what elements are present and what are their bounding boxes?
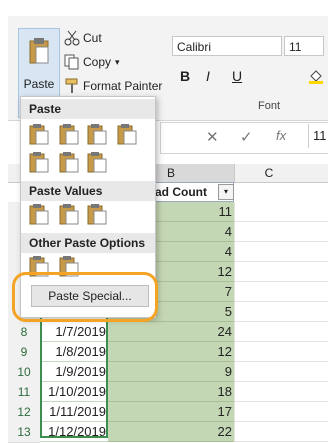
paste-special-button[interactable]: Paste Special... — [31, 285, 149, 307]
empty-cell[interactable] — [234, 422, 328, 442]
bold-button[interactable]: B — [180, 68, 190, 84]
paste-header: Paste — [21, 99, 155, 119]
cut-label: Cut — [83, 31, 102, 45]
chevron-down-icon[interactable]: ▾ — [115, 57, 120, 68]
empty-cell[interactable] — [234, 362, 328, 382]
other-paste-options-header: Other Paste Options — [21, 233, 155, 253]
date-cell[interactable]: 1/11/2019 — [40, 402, 108, 422]
row-header[interactable]: 13 — [8, 422, 40, 443]
paste-menu: Paste Paste Values Other Paste Options P… — [20, 96, 156, 318]
no-borders-icon[interactable] — [29, 151, 49, 173]
count-cell[interactable]: 9 — [108, 362, 234, 382]
insert-function-icon[interactable]: fx — [276, 128, 286, 143]
date-cell[interactable]: 1/7/2019 — [40, 322, 108, 342]
scissors-icon — [64, 30, 80, 46]
fill-color-icon[interactable] — [308, 68, 324, 84]
paste-values-icon[interactable] — [29, 203, 49, 225]
empty-cell[interactable] — [234, 382, 328, 402]
formatting-icon[interactable] — [29, 255, 49, 277]
row-header[interactable]: 10 — [8, 362, 40, 383]
count-cell[interactable]: 12 — [108, 342, 234, 362]
format-painter-button[interactable]: Format Painter — [64, 76, 162, 96]
empty-cell[interactable] — [234, 402, 328, 422]
font-group-label: Font — [258, 100, 281, 112]
paste-values-header: Paste Values — [21, 181, 155, 201]
empty-cell[interactable] — [234, 222, 328, 242]
empty-cell[interactable] — [234, 242, 328, 262]
count-cell[interactable]: 22 — [108, 422, 234, 442]
underline-button[interactable]: U — [232, 68, 242, 84]
empty-cell[interactable] — [234, 342, 328, 362]
paste-formulas-number-format-icon[interactable] — [87, 123, 107, 145]
keep-source-formatting-icon[interactable] — [117, 123, 137, 145]
cut-button[interactable]: Cut — [64, 28, 102, 48]
font-name-select[interactable]: Calibri — [172, 36, 282, 56]
empty-cell[interactable] — [234, 202, 328, 222]
row-header[interactable]: 9 — [8, 342, 40, 363]
paste-formulas-icon[interactable] — [59, 123, 79, 145]
paste-icon[interactable] — [29, 123, 49, 145]
row-header[interactable]: 11 — [8, 382, 40, 403]
row-header[interactable]: 12 — [8, 402, 40, 423]
empty-cell[interactable] — [234, 322, 328, 342]
values-number-format-icon[interactable] — [59, 203, 79, 225]
paste-button-label: Paste — [23, 77, 55, 91]
row-header[interactable]: 8 — [8, 322, 40, 343]
font-size-select[interactable]: 11 — [284, 36, 324, 56]
italic-button[interactable]: I — [206, 68, 210, 84]
empty-cell[interactable] — [234, 262, 328, 282]
date-cell[interactable]: 1/12/2019 — [40, 422, 108, 442]
values-source-formatting-icon[interactable] — [87, 203, 107, 225]
paste-link-icon[interactable] — [59, 255, 79, 277]
count-cell[interactable]: 18 — [108, 382, 234, 402]
count-cell[interactable]: 17 — [108, 402, 234, 422]
date-cell[interactable]: 1/10/2019 — [40, 382, 108, 402]
clipboard-icon — [29, 38, 49, 64]
filter-dropdown-icon[interactable]: ▾ — [218, 184, 234, 200]
empty-cell[interactable] — [234, 302, 328, 322]
confirm-icon[interactable]: ✓ — [240, 128, 253, 146]
copy-button[interactable]: Copy ▾ — [64, 52, 120, 72]
count-cell[interactable]: 24 — [108, 322, 234, 342]
empty-cell[interactable] — [234, 282, 328, 302]
format-painter-label: Format Painter — [83, 79, 163, 93]
date-cell[interactable]: 1/9/2019 — [40, 362, 108, 382]
copy-icon — [64, 54, 79, 70]
transpose-icon[interactable] — [87, 151, 107, 173]
copy-label: Copy — [83, 55, 112, 69]
column-header-c[interactable]: C — [234, 164, 303, 182]
cancel-icon[interactable]: ✕ — [206, 128, 219, 146]
formula-input[interactable]: 11 — [308, 124, 328, 148]
keep-column-widths-icon[interactable] — [59, 151, 79, 173]
paintbrush-icon — [65, 78, 78, 93]
date-cell[interactable]: 1/8/2019 — [40, 342, 108, 362]
